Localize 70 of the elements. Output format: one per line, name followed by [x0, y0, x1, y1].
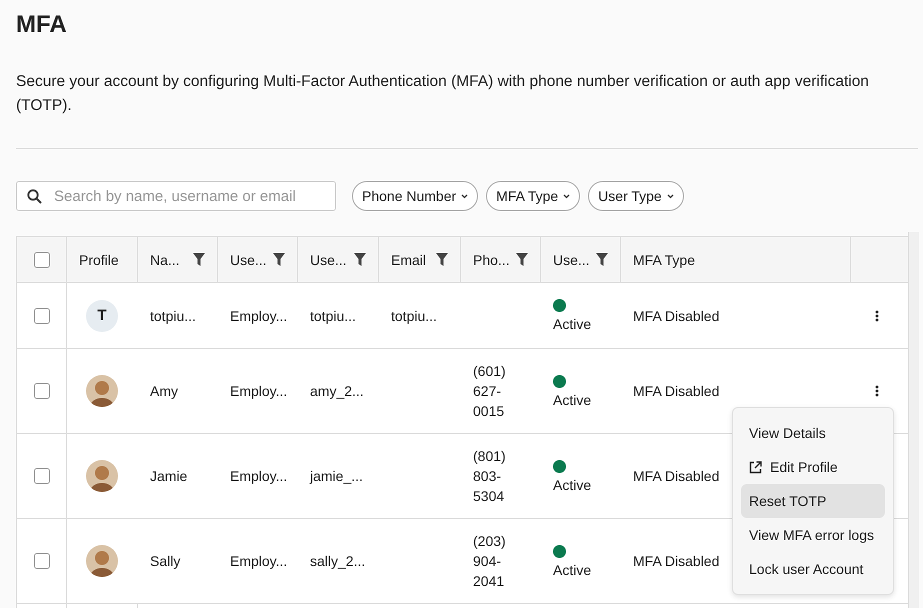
column-header: Use... — [230, 252, 267, 268]
status-text: Active — [553, 316, 592, 332]
chevron-icon — [461, 194, 468, 198]
status-text: Active — [553, 476, 592, 492]
external-link-icon — [749, 460, 762, 474]
filter-icon[interactable] — [354, 253, 366, 266]
avatar-icon — [86, 545, 118, 577]
table-cell: totpiu... — [310, 308, 356, 324]
table-cell: sally_2... — [310, 553, 366, 569]
kebab-icon — [875, 385, 879, 397]
column-header: Use... — [310, 252, 347, 268]
filter-icon[interactable] — [516, 253, 528, 266]
search-field[interactable]: Search by name, username or email — [16, 181, 336, 211]
menu-item[interactable]: View Details — [741, 416, 885, 450]
menu-item[interactable]: Reset TOTP — [741, 484, 885, 518]
kebab-icon — [875, 310, 879, 322]
filter-icon[interactable] — [193, 253, 205, 266]
select-all-checkbox[interactable] — [34, 252, 50, 268]
status-dot-icon — [553, 544, 566, 558]
table-cell: MFA Disabled — [633, 383, 720, 399]
table-cell: jamie_... — [310, 468, 363, 484]
status-dot-icon — [553, 460, 566, 472]
status-text: Active — [553, 392, 592, 408]
row-checkbox[interactable] — [34, 383, 50, 399]
table-cell: totpiu... — [150, 308, 196, 324]
table-cell: MFA Disabled — [633, 468, 720, 484]
status-dot-icon — [553, 374, 566, 388]
table-cell-text: (203) 904- 2041 — [473, 532, 506, 591]
table-cell: MFA Disabled — [633, 553, 720, 569]
column-header: MFA Type — [633, 252, 695, 268]
avatar-icon — [86, 375, 118, 407]
filter-icon[interactable] — [596, 253, 608, 266]
table-cell: Amy — [150, 383, 178, 399]
avatar-initial: T — [86, 300, 118, 332]
table-cell-text: (801) 803- 5304 — [473, 447, 506, 506]
menu-item[interactable]: Lock user Account — [741, 552, 885, 586]
column-header: Pho... — [473, 252, 510, 268]
table-cell-text: (601) 627- 0015 — [473, 362, 506, 421]
table-cell: Employ... — [230, 553, 288, 569]
row-checkbox[interactable] — [34, 308, 50, 324]
filter-chip[interactable]: Phone Number — [352, 181, 478, 211]
status-text: Active — [553, 562, 592, 578]
table-cell: Employ... — [230, 308, 288, 324]
row-checkbox[interactable] — [34, 468, 50, 484]
table-cell: MFA Disabled — [633, 308, 720, 324]
table-cell: Employ... — [230, 383, 288, 399]
chevron-icon — [666, 194, 674, 198]
page-description: Secure your account by configuring Multi-Factor Authentication (MFA) with phone number verification or auth app verification (TOTP). — [16, 72, 870, 116]
menu-item[interactable]: Edit Profile — [741, 450, 885, 484]
table-cell: totpiu... — [391, 308, 437, 324]
table-cell: Employ... — [230, 468, 288, 484]
column-header: Email — [391, 252, 426, 268]
table-cell: Jamie — [150, 468, 188, 484]
filter-icon[interactable] — [436, 253, 448, 266]
filter-icon[interactable] — [273, 253, 285, 266]
filter-chip[interactable]: MFA Type — [486, 181, 580, 211]
scrollbar[interactable] — [908, 232, 919, 608]
search-icon — [27, 188, 42, 204]
table-cell: Sally — [150, 553, 180, 569]
column-header: Use... — [553, 252, 590, 268]
filter-chip[interactable]: User Type — [588, 181, 684, 211]
menu-item[interactable]: View MFA error logs — [741, 518, 885, 552]
row-checkbox[interactable] — [34, 553, 50, 569]
column-header: Profile — [79, 252, 119, 268]
chevron-icon — [563, 194, 570, 198]
page-title: MFA — [16, 10, 67, 40]
status-dot-icon — [553, 299, 566, 312]
avatar-icon — [86, 460, 118, 492]
column-header: Na... — [150, 252, 180, 268]
table-cell: amy_2... — [310, 383, 364, 399]
